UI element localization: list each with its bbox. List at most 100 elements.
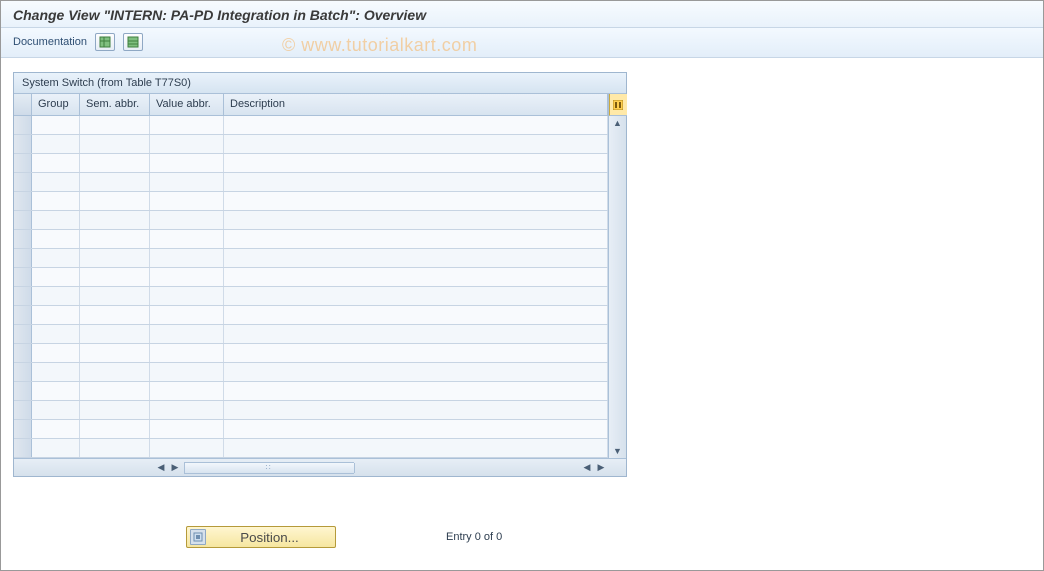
column-header-description[interactable]: Description (224, 94, 608, 115)
cell-description[interactable] (224, 325, 608, 343)
row-selector[interactable] (14, 344, 32, 362)
cell-sem-abbr[interactable] (80, 154, 150, 172)
cell-description[interactable] (224, 306, 608, 324)
cell-value-abbr[interactable] (150, 116, 224, 134)
cell-value-abbr[interactable] (150, 211, 224, 229)
table-row[interactable] (14, 420, 608, 439)
cell-group[interactable] (32, 268, 80, 286)
cell-group[interactable] (32, 230, 80, 248)
cell-sem-abbr[interactable] (80, 420, 150, 438)
row-selector[interactable] (14, 306, 32, 324)
table-settings-icon[interactable] (123, 33, 143, 51)
table-row[interactable] (14, 439, 608, 458)
row-selector[interactable] (14, 325, 32, 343)
cell-group[interactable] (32, 287, 80, 305)
cell-sem-abbr[interactable] (80, 287, 150, 305)
row-selector[interactable] (14, 135, 32, 153)
row-selector[interactable] (14, 268, 32, 286)
cell-description[interactable] (224, 401, 608, 419)
table-row[interactable] (14, 192, 608, 211)
cell-group[interactable] (32, 135, 80, 153)
table-row[interactable] (14, 401, 608, 420)
hscroll-thumb[interactable]: ∷ (185, 463, 355, 473)
cell-sem-abbr[interactable] (80, 211, 150, 229)
table-row[interactable] (14, 135, 608, 154)
cell-sem-abbr[interactable] (80, 344, 150, 362)
cell-description[interactable] (224, 344, 608, 362)
cell-group[interactable] (32, 173, 80, 191)
cell-value-abbr[interactable] (150, 325, 224, 343)
cell-sem-abbr[interactable] (80, 382, 150, 400)
cell-value-abbr[interactable] (150, 287, 224, 305)
table-row[interactable] (14, 382, 608, 401)
cell-description[interactable] (224, 439, 608, 457)
scroll-up-icon[interactable]: ▲ (609, 116, 627, 130)
cell-sem-abbr[interactable] (80, 268, 150, 286)
row-selector[interactable] (14, 439, 32, 457)
cell-sem-abbr[interactable] (80, 363, 150, 381)
cell-value-abbr[interactable] (150, 135, 224, 153)
cell-description[interactable] (224, 420, 608, 438)
table-row[interactable] (14, 230, 608, 249)
scroll-right-icon[interactable]: ◀ (580, 462, 594, 473)
cell-sem-abbr[interactable] (80, 401, 150, 419)
cell-value-abbr[interactable] (150, 306, 224, 324)
row-selector[interactable] (14, 192, 32, 210)
column-header-sem-abbr[interactable]: Sem. abbr. (80, 94, 150, 115)
cell-value-abbr[interactable] (150, 230, 224, 248)
cell-sem-abbr[interactable] (80, 173, 150, 191)
table-row[interactable] (14, 344, 608, 363)
scroll-right-end-icon[interactable]: ▶ (594, 462, 608, 473)
table-view-icon[interactable] (95, 33, 115, 51)
cell-group[interactable] (32, 116, 80, 134)
cell-description[interactable] (224, 211, 608, 229)
cell-group[interactable] (32, 325, 80, 343)
table-row[interactable] (14, 249, 608, 268)
position-button[interactable]: Position... (186, 526, 336, 548)
row-selector-header[interactable] (14, 94, 32, 115)
cell-group[interactable] (32, 211, 80, 229)
cell-sem-abbr[interactable] (80, 230, 150, 248)
cell-sem-abbr[interactable] (80, 249, 150, 267)
table-row[interactable] (14, 363, 608, 382)
table-row[interactable] (14, 268, 608, 287)
table-row[interactable] (14, 116, 608, 135)
scroll-left-icon[interactable]: ▶ (168, 462, 182, 473)
cell-group[interactable] (32, 439, 80, 457)
row-selector[interactable] (14, 287, 32, 305)
cell-group[interactable] (32, 363, 80, 381)
cell-value-abbr[interactable] (150, 420, 224, 438)
table-row[interactable] (14, 287, 608, 306)
configure-columns-icon[interactable] (609, 94, 627, 116)
row-selector[interactable] (14, 173, 32, 191)
cell-description[interactable] (224, 116, 608, 134)
vertical-scrollbar[interactable]: ▲ ▼ (608, 94, 626, 458)
table-row[interactable] (14, 154, 608, 173)
cell-value-abbr[interactable] (150, 363, 224, 381)
row-selector[interactable] (14, 211, 32, 229)
cell-value-abbr[interactable] (150, 401, 224, 419)
table-row[interactable] (14, 306, 608, 325)
cell-description[interactable] (224, 382, 608, 400)
column-header-group[interactable]: Group (32, 94, 80, 115)
cell-value-abbr[interactable] (150, 344, 224, 362)
cell-description[interactable] (224, 135, 608, 153)
cell-group[interactable] (32, 192, 80, 210)
cell-description[interactable] (224, 154, 608, 172)
scroll-left-start-icon[interactable]: ◀ (154, 462, 168, 473)
cell-group[interactable] (32, 420, 80, 438)
cell-sem-abbr[interactable] (80, 325, 150, 343)
cell-sem-abbr[interactable] (80, 306, 150, 324)
cell-value-abbr[interactable] (150, 192, 224, 210)
cell-group[interactable] (32, 344, 80, 362)
cell-group[interactable] (32, 382, 80, 400)
cell-sem-abbr[interactable] (80, 192, 150, 210)
cell-description[interactable] (224, 173, 608, 191)
cell-description[interactable] (224, 249, 608, 267)
row-selector[interactable] (14, 230, 32, 248)
row-selector[interactable] (14, 249, 32, 267)
table-row[interactable] (14, 325, 608, 344)
table-row[interactable] (14, 173, 608, 192)
row-selector[interactable] (14, 154, 32, 172)
cell-description[interactable] (224, 192, 608, 210)
